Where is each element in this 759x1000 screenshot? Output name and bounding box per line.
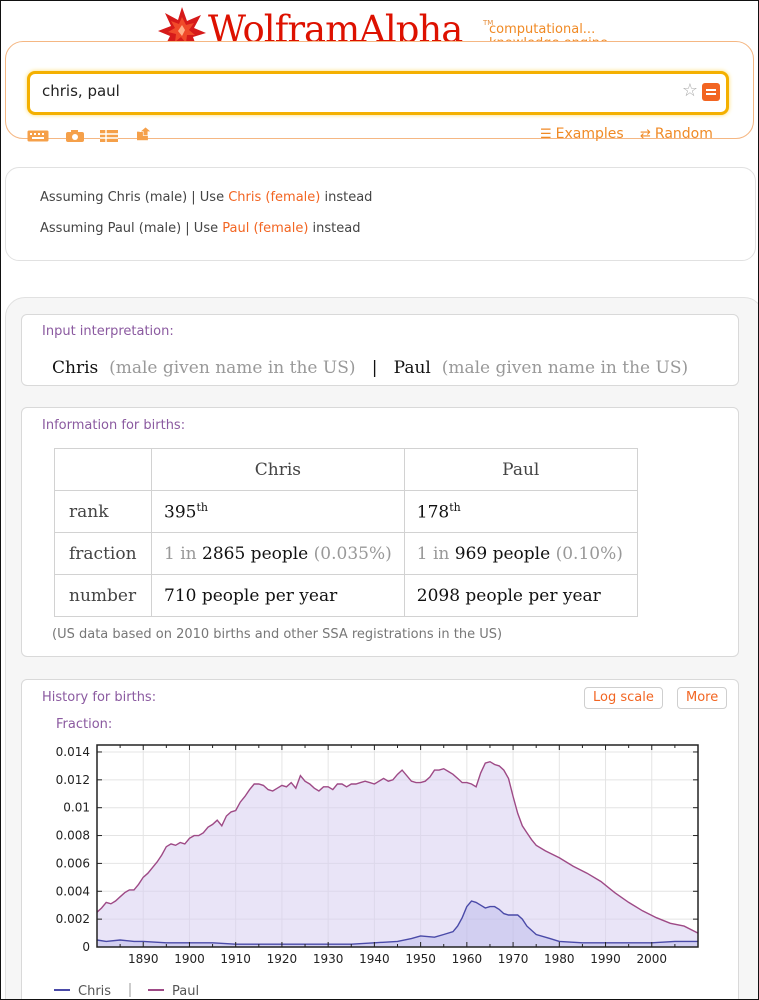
upload-icon[interactable] — [133, 127, 155, 141]
births-footnote: (US data based on 2010 births and other … — [52, 627, 503, 642]
x-tick-label: 1900 — [174, 952, 205, 966]
camera-icon[interactable] — [65, 129, 85, 143]
x-tick-label: 2000 — [636, 952, 667, 966]
input-interpretation-pod: Input interpretation: Chris (male given … — [21, 314, 739, 386]
chris-number: 710 people per year — [151, 574, 405, 617]
favorite-star-icon[interactable]: ☆ — [682, 80, 698, 102]
assumptions-box: Assuming Chris (male) | Use Chris (femal… — [5, 167, 756, 261]
column-header-paul: Paul — [403, 448, 638, 491]
births-info-pod: Information for births: Chris Paul rank … — [21, 407, 739, 657]
y-tick-label: 0.004 — [56, 884, 90, 898]
row-label-fraction: fraction — [54, 532, 152, 575]
table-row-fraction: fraction 1 in 2865 people (0.035%) 1 in … — [54, 532, 638, 575]
paul-number: 2098 people per year — [403, 574, 638, 617]
table-row-number: number 710 people per year 2098 people p… — [54, 574, 638, 617]
history-pod: History for births: Log scale More Fract… — [21, 679, 739, 999]
y-tick-label: 0.002 — [56, 912, 90, 926]
y-tick-label: 0.01 — [63, 801, 90, 815]
paul-rank: 178th — [403, 490, 638, 533]
legend-label-chris: Chris — [78, 984, 111, 999]
x-tick-label: 1970 — [498, 952, 529, 966]
x-tick-label: 1940 — [359, 952, 390, 966]
table-icon[interactable] — [99, 129, 119, 143]
examples-link[interactable]: ☰ Examples — [540, 126, 624, 142]
results-container: Input interpretation: Chris (male given … — [5, 297, 758, 999]
chris-fraction: 1 in 2865 people (0.035%) — [151, 532, 405, 575]
x-tick-label: 1920 — [267, 952, 298, 966]
pod-title-births: Information for births: — [42, 418, 186, 433]
x-tick-label: 1960 — [452, 952, 483, 966]
legend-label-paul: Paul — [172, 984, 199, 999]
random-link[interactable]: ⇄ Random — [640, 126, 713, 142]
pod-title-input: Input interpretation: — [42, 324, 174, 339]
x-tick-label: 1910 — [220, 952, 251, 966]
y-tick-label: 0.008 — [56, 829, 90, 843]
x-tick-label: 1990 — [590, 952, 621, 966]
births-table: Chris Paul rank 395th 178th fraction 1 i… — [54, 448, 638, 617]
y-tick-label: 0.006 — [56, 856, 90, 870]
y-tick-label: 0.012 — [56, 773, 90, 787]
y-tick-label: 0.014 — [56, 745, 90, 759]
table-row-rank: rank 395th 178th — [54, 490, 638, 533]
compute-button[interactable] — [702, 83, 720, 101]
column-header-chris: Chris — [151, 448, 405, 491]
history-chart: 1890 1900 1910 1920 1930 1940 1950 1960 1970 1980… — [54, 744, 699, 999]
x-tick-label: 1930 — [313, 952, 344, 966]
assumption-chris: Assuming Chris (male) | Use Chris (femal… — [40, 190, 373, 205]
chris-rank: 395th — [151, 490, 405, 533]
y-tick-label: 0 — [82, 940, 90, 954]
shuffle-icon: ⇄ — [640, 127, 651, 142]
row-label-rank: rank — [54, 490, 152, 533]
series-area-paul — [97, 761, 698, 947]
list-icon: ☰ — [540, 127, 552, 142]
x-tick-label: 1890 — [128, 952, 159, 966]
x-tick-label: 1980 — [544, 952, 575, 966]
search-input[interactable]: chris, paul — [42, 82, 120, 100]
x-tick-label: 1950 — [405, 952, 436, 966]
use-paul-female-link[interactable]: Paul (female) — [222, 221, 308, 236]
row-label-number: number — [54, 574, 152, 617]
keyboard-icon[interactable] — [27, 129, 49, 143]
use-chris-female-link[interactable]: Chris (female) — [228, 190, 320, 205]
search-field[interactable]: chris, paul ☆ — [27, 71, 729, 115]
table-header-row: Chris Paul — [54, 448, 638, 491]
input-interpretation-text: Chris (male given name in the US) | Paul… — [52, 358, 689, 378]
paul-fraction: 1 in 969 people (0.10%) — [403, 532, 638, 575]
page-frame: WolframAlpha TM computational... knowled… — [0, 0, 759, 1000]
assumption-paul: Assuming Paul (male) | Use Paul (female)… — [40, 221, 361, 236]
